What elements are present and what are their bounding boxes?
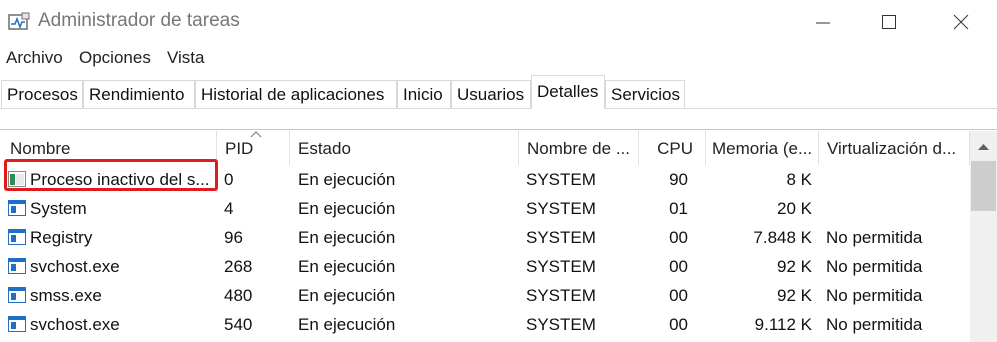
process-memory: 92 K — [777, 286, 812, 305]
table-row[interactable]: svchost.exe 268 En ejecución SYSTEM 00 9… — [0, 252, 970, 281]
close-icon — [953, 14, 969, 30]
process-memory: 7.848 K — [753, 228, 812, 247]
table-row[interactable]: System 4 En ejecución SYSTEM 01 20 K — [0, 194, 970, 223]
maximize-button[interactable] — [866, 6, 912, 38]
table-row[interactable]: smss.exe 480 En ejecución SYSTEM 00 92 K… — [0, 281, 970, 310]
process-memory: 9.112 K — [754, 315, 812, 334]
process-icon — [8, 200, 26, 216]
column-header-cpu[interactable]: CPU — [639, 131, 706, 165]
process-cpu: 00 — [669, 228, 688, 247]
tab-rendimiento[interactable]: Rendimiento — [83, 80, 195, 108]
process-user: SYSTEM — [526, 257, 596, 276]
process-status: En ejecución — [298, 286, 396, 305]
process-pid: 96 — [224, 228, 243, 247]
process-name: Registry — [30, 228, 93, 247]
column-header-usuario[interactable]: Nombre de ... — [519, 131, 639, 165]
process-status: En ejecución — [298, 228, 396, 247]
process-virtualization: No permitida — [826, 315, 923, 334]
process-icon — [8, 316, 26, 332]
process-icon — [8, 287, 26, 303]
process-status: En ejecución — [298, 199, 396, 218]
process-cpu: 90 — [669, 170, 688, 189]
process-pid: 4 — [224, 199, 234, 218]
process-icon — [8, 258, 26, 274]
tab-divider — [0, 108, 997, 109]
process-name: smss.exe — [30, 286, 102, 305]
tab-procesos[interactable]: Procesos — [1, 80, 83, 108]
process-user: SYSTEM — [526, 199, 596, 218]
tab-historial[interactable]: Historial de aplicaciones — [195, 80, 397, 108]
maximize-icon — [882, 15, 896, 29]
process-memory: 20 K — [777, 199, 812, 218]
title-bar: Administrador de tareas — [0, 0, 997, 44]
highlight-rectangle — [4, 159, 218, 191]
process-user: SYSTEM — [526, 170, 596, 189]
menu-archivo[interactable]: Archivo — [6, 48, 63, 68]
process-user: SYSTEM — [526, 315, 596, 334]
column-header-pid[interactable]: PID — [217, 131, 290, 165]
process-cpu: 01 — [669, 199, 688, 218]
chevron-up-icon — [978, 144, 989, 150]
close-button[interactable] — [938, 6, 984, 38]
process-user: SYSTEM — [526, 228, 596, 247]
tab-strip: Procesos Rendimiento Historial de aplica… — [0, 75, 997, 110]
process-virtualization: No permitida — [826, 286, 923, 305]
tab-inicio[interactable]: Inicio — [397, 80, 451, 108]
process-user: SYSTEM — [526, 286, 596, 305]
process-virtualization — [826, 165, 966, 194]
process-virtualization: No permitida — [826, 228, 923, 247]
vertical-scrollbar[interactable] — [970, 131, 997, 342]
process-status: En ejecución — [298, 257, 396, 276]
process-name: svchost.exe — [30, 315, 120, 334]
process-pid: 480 — [224, 286, 253, 305]
column-header-memoria[interactable]: Memoria (e... — [706, 131, 819, 165]
table-row[interactable]: svchost.exe 540 En ejecución SYSTEM 00 9… — [0, 310, 970, 339]
process-virtualization — [826, 194, 966, 223]
table-row[interactable]: Registry 96 En ejecución SYSTEM 00 7.848… — [0, 223, 970, 252]
process-status: En ejecución — [298, 170, 396, 189]
process-virtualization: No permitida — [826, 257, 923, 276]
process-memory: 92 K — [777, 257, 812, 276]
column-header-virtualizacion[interactable]: Virtualización d... — [819, 131, 970, 165]
tab-detalles[interactable]: Detalles — [531, 75, 605, 109]
tab-servicios[interactable]: Servicios — [605, 80, 685, 108]
scrollbar-thumb[interactable] — [971, 161, 996, 211]
process-icon — [8, 229, 26, 245]
minimize-icon — [816, 22, 830, 24]
process-cpu: 00 — [669, 315, 688, 334]
process-pid: 540 — [224, 315, 253, 334]
window-title: Administrador de tareas — [38, 10, 240, 31]
column-header-estado[interactable]: Estado — [290, 131, 519, 165]
process-name: System — [30, 199, 87, 218]
process-pid: 0 — [224, 170, 234, 189]
process-cpu: 00 — [669, 286, 688, 305]
menu-opciones[interactable]: Opciones — [79, 48, 151, 68]
process-name: svchost.exe — [30, 257, 120, 276]
scroll-up-button[interactable] — [970, 133, 997, 161]
tab-usuarios[interactable]: Usuarios — [451, 80, 531, 108]
process-cpu: 00 — [669, 257, 688, 276]
grid-border — [0, 129, 997, 130]
process-status: En ejecución — [298, 315, 396, 334]
minimize-button[interactable] — [800, 6, 846, 38]
process-memory: 8 K — [786, 170, 812, 189]
process-pid: 268 — [224, 257, 253, 276]
menu-vista[interactable]: Vista — [167, 48, 205, 68]
task-manager-icon — [8, 12, 30, 32]
